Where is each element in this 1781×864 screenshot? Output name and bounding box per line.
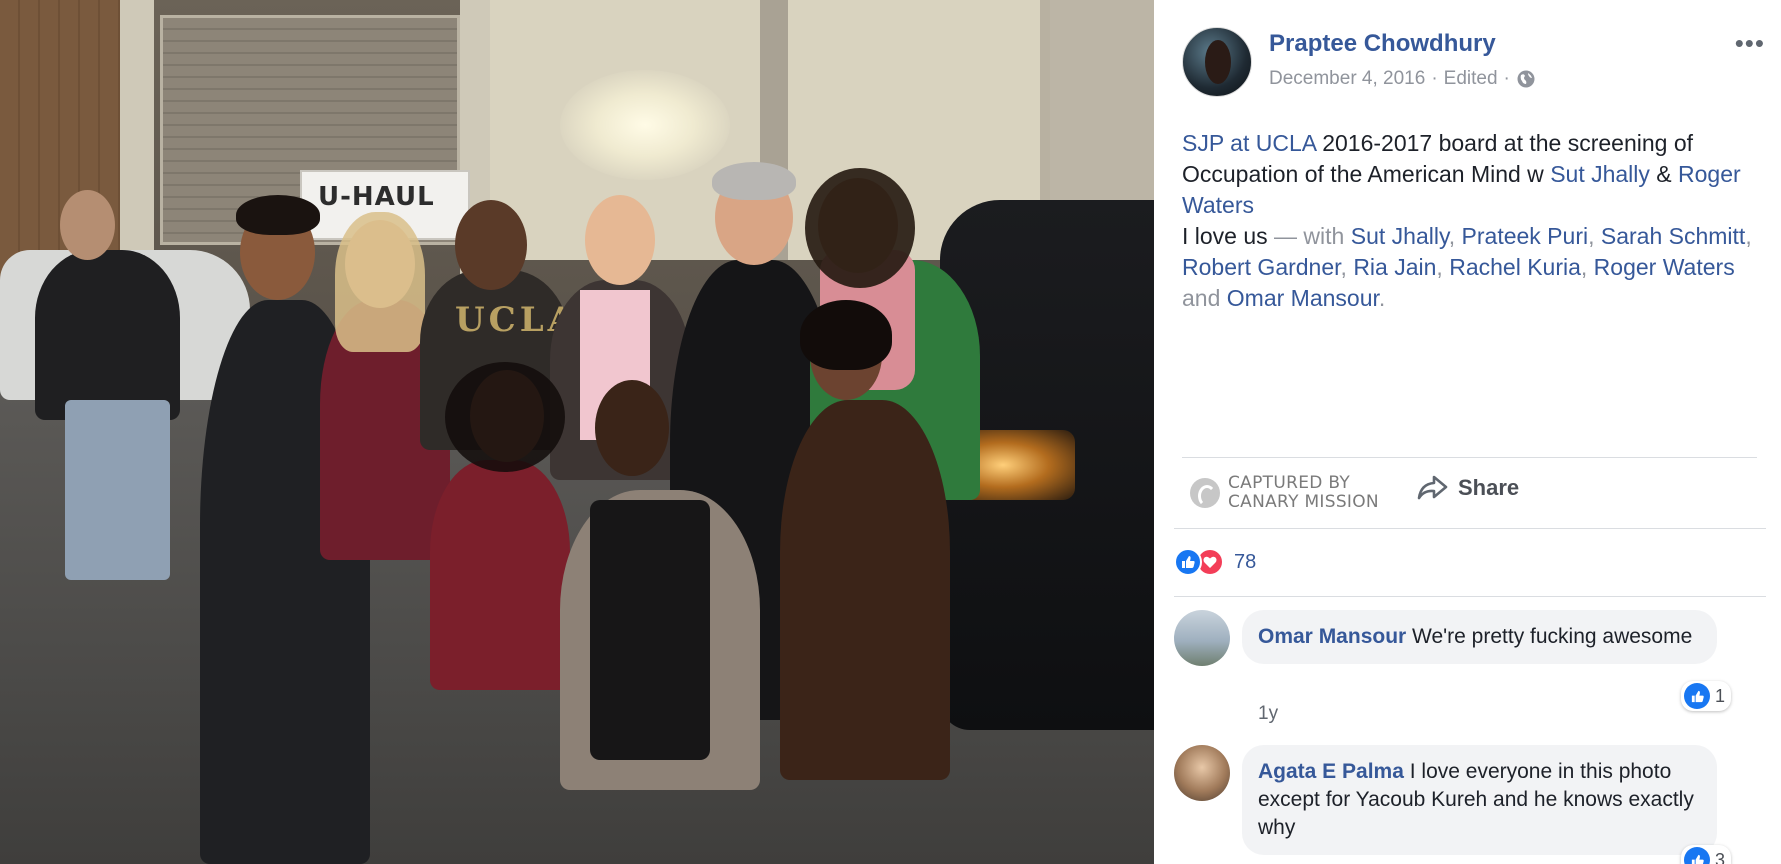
page-link[interactable]: SJP at UCLA (1182, 130, 1316, 156)
head (455, 200, 527, 290)
hair (805, 168, 915, 288)
head (595, 380, 669, 476)
commenter-name[interactable]: Omar Mansour (1258, 625, 1406, 648)
tagged-friend[interactable]: Sarah Schmitt (1601, 223, 1745, 249)
more-options-button[interactable]: ••• (1735, 30, 1765, 56)
light-glow (560, 70, 730, 180)
and-label: and (1182, 285, 1227, 311)
comment: Omar Mansour We're pretty fucking awesom… (1174, 610, 1764, 730)
commenter-avatar[interactable] (1174, 610, 1230, 666)
commenter-name[interactable]: Agata E Palma (1258, 760, 1404, 783)
dress (590, 500, 710, 760)
edited-label[interactable]: Edited (1444, 68, 1498, 90)
post-text: SJP at UCLA 2016-2017 board at the scree… (1182, 130, 1752, 311)
person-legs (65, 400, 170, 580)
share-arrow-icon (1417, 475, 1448, 500)
comment-bubble: Omar Mansour We're pretty fucking awesom… (1242, 610, 1717, 664)
hair (445, 362, 565, 472)
like-icon (1684, 847, 1710, 864)
divider (1182, 457, 1757, 458)
canary-mission-watermark: CAPTURED BY CANARY MISSION (1190, 474, 1379, 512)
author-name[interactable]: Praptee Chowdhury (1269, 30, 1496, 58)
like-icon (1684, 683, 1710, 709)
tagged-friend[interactable]: Robert Gardner (1182, 254, 1341, 280)
post-text-body: & (1649, 161, 1679, 187)
comment: Agata E Palma I love everyone in this ph… (1174, 745, 1764, 864)
globe-icon[interactable] (1516, 69, 1536, 89)
person (430, 460, 570, 690)
meta-separator: · (1503, 68, 1510, 89)
with-label: — with (1267, 223, 1351, 249)
uhaul-sign: U-HAUL (318, 182, 435, 212)
meta-separator: · (1431, 68, 1438, 89)
share-button[interactable]: Share (1416, 474, 1519, 502)
tagged-friend[interactable]: Prateek Puri (1462, 223, 1589, 249)
canary-logo-icon (1190, 478, 1220, 508)
tagged-friend[interactable]: Omar Mansour (1227, 285, 1379, 311)
post-text-body: I love us (1182, 223, 1268, 249)
canary-mission-label: CANARY MISSION (1228, 492, 1379, 512)
tagged-friend[interactable]: Sut Jhally (1351, 223, 1449, 249)
comment-text: We're pretty fucking awesome (1412, 625, 1693, 648)
person (35, 250, 180, 420)
post-meta: December 4, 2016 · Edited · (1269, 68, 1536, 90)
post-panel: Praptee Chowdhury December 4, 2016 · Edi… (1154, 0, 1781, 864)
post-photo[interactable]: U-HAUL UCLA (0, 0, 1154, 864)
tagged-friend[interactable]: Ria Jain (1353, 254, 1436, 280)
divider (1174, 596, 1766, 597)
hair (712, 162, 796, 200)
mention-link[interactable]: Sut Jhally (1550, 161, 1650, 187)
person (780, 400, 950, 780)
share-label: Share (1458, 475, 1520, 500)
captured-by-label: CAPTURED BY (1228, 473, 1351, 493)
comment-like-count[interactable]: 1 (1681, 681, 1732, 711)
tagged-friend[interactable]: Rachel Kuria (1449, 254, 1581, 280)
comment-bubble: Agata E Palma I love everyone in this ph… (1242, 745, 1717, 855)
head (60, 190, 115, 260)
hair (236, 195, 320, 235)
hair (335, 212, 425, 352)
reaction-summary[interactable]: 78 (1174, 548, 1256, 576)
tagged-friend[interactable]: Roger Waters (1594, 254, 1735, 280)
post-date[interactable]: December 4, 2016 (1269, 68, 1425, 90)
like-icon (1174, 548, 1202, 576)
comment-like-count[interactable]: 3 (1681, 845, 1732, 864)
hair (800, 300, 892, 370)
commenter-avatar[interactable] (1174, 745, 1230, 801)
reaction-count: 78 (1234, 550, 1257, 573)
head (585, 195, 655, 285)
divider (1174, 528, 1766, 529)
author-avatar[interactable] (1182, 27, 1252, 97)
comment-time[interactable]: 1y (1258, 703, 1278, 725)
